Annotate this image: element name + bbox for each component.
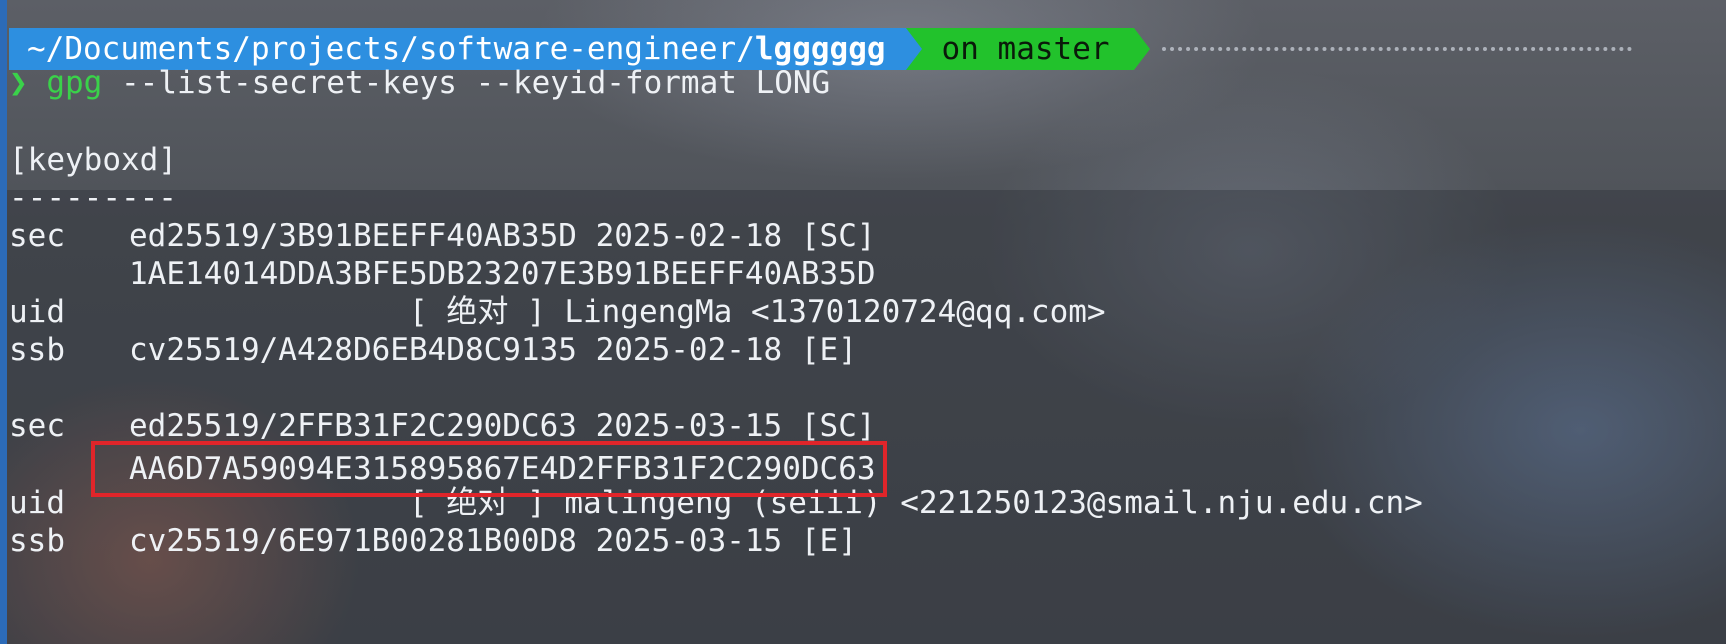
uid-value: [ 绝对 ] LingengMa <1370120724@qq.com> [409,294,1106,330]
ssb-label: ssb [9,523,65,559]
fingerprint: 1AE14014DDA3BFE5DB23207E3B91BEEFF40AB35D [129,256,876,292]
git-branch-status: on master [941,31,1110,67]
ssb-value: cv25519/A428D6EB4D8C9135 2025-02-18 [E] [129,332,857,368]
key-1-sec-row: sec ed25519/3B91BEEFF40AB35D 2025-02-18 [… [9,215,876,257]
sec-label: sec [9,218,65,254]
uid-label: uid [9,294,65,330]
prompt-filler-dots [1161,47,1632,51]
command-name: gpg [46,65,103,101]
command-line[interactable]: ❯ gpg --list-secret-keys --keyid-format … [9,62,830,104]
sec-value: ed25519/2FFB31F2C290DC63 2025-03-15 [SC] [129,408,876,444]
key-2-ssb-row: ssb cv25519/6E971B00281B00D8 2025-03-15 [… [9,520,857,562]
keybox-header: [keyboxd] [9,142,177,178]
powerline-arrow-end-icon [1133,28,1150,70]
key-1-uid-row: uid [ 绝对 ] LingengMa <1370120724@qq.com> [9,291,1106,333]
key-1-ssb-row: ssb cv25519/A428D6EB4D8C9135 2025-02-18 [… [9,329,857,371]
ssb-label: ssb [9,332,65,368]
fingerprint-highlight-box [91,441,887,497]
ssb-value: cv25519/6E971B00281B00D8 2025-03-15 [E] [129,523,857,559]
key-1-fingerprint-row: 1AE14014DDA3BFE5DB23207E3B91BEEFF40AB35D [9,253,876,295]
left-accent-bar [0,0,7,644]
terminal-window[interactable]: ~/Documents/projects/software-engineer/l… [9,0,1726,644]
prompt-chevron-icon: ❯ [9,65,28,101]
command-args: --list-secret-keys --keyid-format LONG [102,65,831,101]
prompt-git-segment: on master [921,28,1134,70]
powerline-arrow-icon [905,28,922,70]
output-separator: --------- [9,180,177,216]
sec-value: ed25519/3B91BEEFF40AB35D 2025-02-18 [SC] [129,218,876,254]
